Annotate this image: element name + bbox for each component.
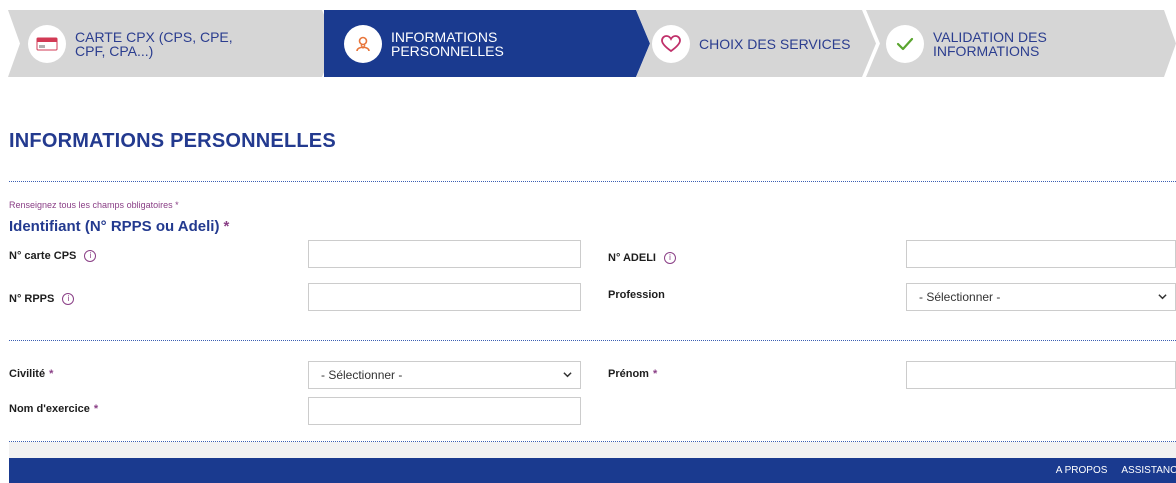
- card-icon: [28, 24, 66, 63]
- adeli-label: N° ADELI i: [608, 252, 676, 264]
- required-fields-note: Renseignez tous les champs obligatoires …: [9, 200, 179, 210]
- adeli-number-input[interactable]: [906, 240, 1176, 268]
- prenom-label: Prénom *: [608, 368, 657, 380]
- step-label: CHOIX DES SERVICES: [699, 35, 851, 52]
- footer-links: A PROPOS ASSISTANCE: [1056, 458, 1176, 483]
- identifier-section-label: Identifiant (N° RPPS ou Adeli): [9, 218, 220, 235]
- info-icon[interactable]: i: [62, 293, 75, 305]
- divider: [9, 441, 1176, 442]
- person-icon: [344, 24, 382, 63]
- civilite-select[interactable]: - Sélectionner -: [308, 361, 581, 389]
- step-label: CARTE CPX (CPS, CPE, CPF, CPA...): [75, 28, 233, 59]
- step-label: VALIDATION DES INFORMATIONS: [933, 28, 1047, 59]
- step-informations-personnelles[interactable]: INFORMATIONS PERSONNELLES: [324, 10, 650, 77]
- step-validation-des-informations[interactable]: VALIDATION DES INFORMATIONS: [866, 10, 1176, 77]
- prenom-input[interactable]: [906, 361, 1176, 389]
- step-choix-des-services[interactable]: CHOIX DES SERVICES: [636, 10, 876, 77]
- heart-icon: [652, 24, 690, 63]
- page-title: INFORMATIONS PERSONNELLES: [9, 130, 336, 152]
- rpps-number-input[interactable]: [308, 283, 581, 311]
- step-label: INFORMATIONS PERSONNELLES: [391, 28, 504, 59]
- rpps-label-text: N° RPPS: [9, 293, 55, 305]
- divider: [9, 340, 1176, 341]
- cps-number-input[interactable]: [308, 240, 581, 268]
- nom-label-text: Nom d'exercice: [9, 403, 90, 415]
- profession-select-value: - Sélectionner -: [919, 290, 1001, 304]
- info-icon[interactable]: i: [84, 250, 97, 262]
- nom-label: Nom d'exercice *: [9, 403, 98, 415]
- profession-label-text: Profession: [608, 289, 665, 301]
- chevron-down-icon: [1158, 294, 1167, 300]
- footer-link-a-propos[interactable]: A PROPOS: [1056, 465, 1108, 476]
- info-icon[interactable]: i: [664, 252, 676, 264]
- civilite-label: Civilité *: [9, 368, 53, 380]
- progress-stepper: CARTE CPX (CPS, CPE, CPF, CPA...) INFORM…: [0, 10, 1176, 77]
- civilite-select-value: - Sélectionner -: [321, 368, 403, 382]
- footer-bar: A PROPOS ASSISTANCE: [9, 458, 1176, 483]
- rpps-label: N° RPPS i: [9, 293, 75, 305]
- cps-label-text: N° carte CPS: [9, 250, 77, 262]
- adeli-label-text: N° ADELI: [608, 252, 656, 264]
- form-bottom-shade: [9, 442, 1176, 458]
- checkmark-icon: [886, 24, 924, 63]
- profession-select[interactable]: - Sélectionner -: [906, 283, 1176, 311]
- profession-label: Profession: [608, 289, 665, 301]
- prenom-label-text: Prénom: [608, 368, 649, 380]
- footer-link-assistance[interactable]: ASSISTANCE: [1121, 465, 1176, 476]
- chevron-down-icon: [563, 372, 572, 378]
- required-star: *: [223, 218, 230, 235]
- nom-exercice-input[interactable]: [308, 397, 581, 425]
- required-star: *: [93, 403, 99, 415]
- civilite-label-text: Civilité: [9, 368, 46, 380]
- identifier-section-title: Identifiant (N° RPPS ou Adeli) *: [9, 218, 229, 235]
- required-star: *: [49, 368, 54, 380]
- step-carte-cpx[interactable]: CARTE CPX (CPS, CPE, CPF, CPA...): [0, 10, 336, 77]
- divider: [9, 181, 1176, 182]
- cps-label: N° carte CPS i: [9, 250, 97, 262]
- required-star: *: [652, 368, 658, 380]
